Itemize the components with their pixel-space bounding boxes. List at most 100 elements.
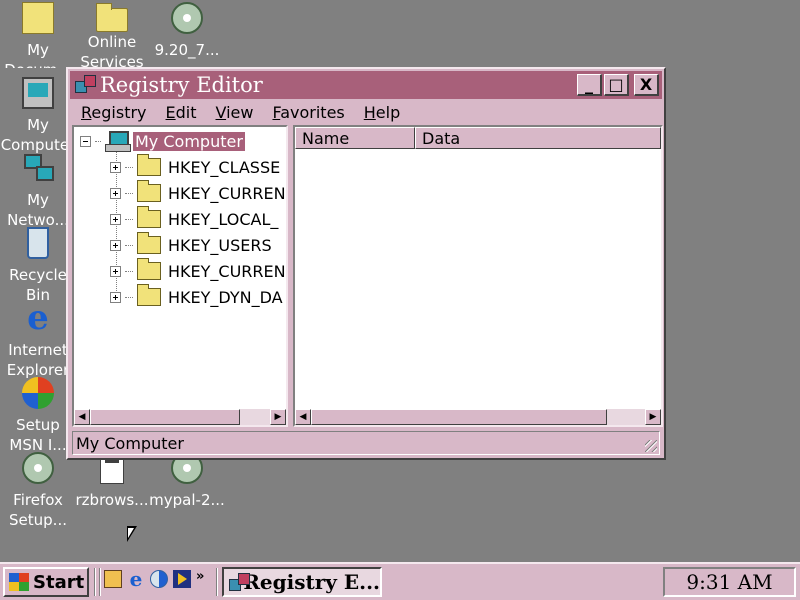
scroll-track[interactable] <box>90 409 270 425</box>
desktop-icon-9-20-7[interactable]: 9.20_7... <box>149 2 225 60</box>
media-player-icon[interactable] <box>173 570 191 588</box>
setup-package-icon <box>171 2 203 34</box>
tree-node-label: HKEY_USERS <box>168 235 272 255</box>
registry-editor-icon <box>228 572 251 592</box>
desktop-icon-rzbrowser[interactable]: rzbrows... <box>74 452 150 510</box>
resize-grip[interactable] <box>645 440 657 452</box>
folder-icon <box>137 258 161 280</box>
menu-favorites[interactable]: Favorites <box>261 103 352 122</box>
registry-editor-window[interactable]: Registry Editor _ □ X Registry Edit View… <box>66 67 666 460</box>
maximize-button[interactable]: □ <box>604 74 629 96</box>
tree-node-label: HKEY_CURREN <box>168 261 286 281</box>
desktop-icon-my-network[interactable]: My Netwo... <box>0 152 76 230</box>
tree-node-my-computer[interactable]: My Computer <box>80 129 245 153</box>
scroll-track[interactable] <box>311 409 645 425</box>
tree-node-label: HKEY_CLASSE <box>168 157 281 177</box>
desktop-icon-setup-msn[interactable]: Setup MSN I... <box>0 377 76 455</box>
column-header-name[interactable]: Name <box>295 127 415 149</box>
expand-toggle[interactable] <box>110 213 121 225</box>
desktop-icon-internet-explorer[interactable]: e Internet Explorer <box>0 298 76 380</box>
taskbar-button-registry-editor[interactable]: Registry E... <box>222 567 382 597</box>
my-documents-icon <box>22 2 54 34</box>
status-text: My Computer <box>76 433 184 453</box>
expand-toggle[interactable] <box>110 187 121 199</box>
msn-butterfly-icon <box>22 377 54 409</box>
tree-node-label: My Computer <box>133 131 245 151</box>
scroll-right-button[interactable]: ▶ <box>270 409 286 425</box>
tree-node-hkey-local-machine[interactable]: HKEY_LOCAL_ <box>110 206 278 231</box>
scroll-right-button[interactable]: ▶ <box>645 409 661 425</box>
menu-help[interactable]: Help <box>353 103 408 122</box>
desktop-icon-firefox-setup[interactable]: Firefox Setup... <box>0 452 76 530</box>
desktop-icon-label: Online Services <box>80 33 144 68</box>
tree-node-hkey-current-config[interactable]: HKEY_CURREN <box>110 258 286 283</box>
tree-node-hkey-classes-root[interactable]: HKEY_CLASSE <box>110 154 281 179</box>
desktop-icon-label: My Docum... <box>4 41 71 68</box>
scroll-left-button[interactable]: ◀ <box>74 409 90 425</box>
title-bar[interactable]: Registry Editor _ □ X <box>70 71 662 99</box>
my-computer-icon <box>22 77 54 109</box>
system-clock[interactable]: 9:31 AM <box>663 567 796 597</box>
values-horizontal-scrollbar[interactable]: ◀ ▶ <box>295 409 661 425</box>
desktop-icon-mypal[interactable]: mypal-2... <box>149 452 225 510</box>
menu-view[interactable]: View <box>205 103 262 122</box>
desktop-icon-my-documents[interactable]: My Docum... <box>0 2 76 68</box>
tree-node-hkey-users[interactable]: HKEY_USERS <box>110 232 272 257</box>
menu-edit[interactable]: Edit <box>155 103 205 122</box>
collapse-toggle[interactable] <box>80 135 91 147</box>
desktop-icon-label: rzbrows... <box>75 491 149 509</box>
mouse-cursor-icon <box>127 526 137 542</box>
folder-icon <box>96 3 128 32</box>
outlook-express-icon[interactable] <box>150 570 168 588</box>
minimize-button[interactable]: _ <box>577 74 602 96</box>
quick-launch-more-button[interactable]: » <box>196 569 204 584</box>
my-computer-icon <box>105 131 131 152</box>
taskbar-separator <box>216 568 218 596</box>
status-bar: My Computer <box>72 431 660 455</box>
taskbar-button-label: Registry E... <box>243 570 380 594</box>
expand-toggle[interactable] <box>110 161 121 173</box>
window-title: Registry Editor <box>100 73 263 97</box>
desktop-icon-label: mypal-2... <box>149 491 225 509</box>
registry-values-pane[interactable]: Name Data ◀ ▶ <box>293 125 663 427</box>
tree-node-hkey-current-user[interactable]: HKEY_CURREN <box>110 180 286 205</box>
folder-icon <box>137 154 161 176</box>
desktop-icon-label: Internet Explorer <box>6 341 70 379</box>
windows-logo-icon <box>9 573 29 591</box>
tree-connector <box>125 296 133 298</box>
registry-tree-pane[interactable]: My Computer HKEY_CLASSE HKEY_CURREN HKEY… <box>72 125 288 427</box>
folder-icon <box>137 180 161 202</box>
show-desktop-icon[interactable] <box>104 570 122 588</box>
tree-node-label: HKEY_CURREN <box>168 183 286 203</box>
expand-toggle[interactable] <box>110 239 121 251</box>
expand-toggle[interactable] <box>110 291 121 303</box>
tree-horizontal-scrollbar[interactable]: ◀ ▶ <box>74 409 286 425</box>
desktop-icon-label: Firefox Setup... <box>9 491 67 529</box>
desktop-icon-online-services[interactable]: Online Services <box>74 2 150 68</box>
recycle-bin-icon <box>27 227 49 259</box>
internet-explorer-icon[interactable]: e <box>127 569 145 589</box>
scroll-thumb[interactable] <box>90 409 240 425</box>
registry-editor-icon[interactable] <box>74 74 96 96</box>
tree-node-hkey-dyn-data[interactable]: HKEY_DYN_DA <box>110 284 283 309</box>
desktop-icon-label: My Netwo... <box>7 191 69 229</box>
tree-connector <box>125 192 133 194</box>
network-icon <box>22 152 54 184</box>
scroll-thumb[interactable] <box>311 409 607 425</box>
desktop-icon-my-computer[interactable]: My Computer <box>0 77 76 155</box>
folder-icon <box>137 284 161 306</box>
expand-toggle[interactable] <box>110 265 121 277</box>
start-label: Start <box>33 571 85 593</box>
clock-time: 9:31 AM <box>686 570 773 594</box>
taskbar-separator <box>94 568 96 596</box>
start-button[interactable]: Start <box>3 567 89 597</box>
column-header-data[interactable]: Data <box>415 127 661 149</box>
tree-connector <box>125 166 133 168</box>
tree-connector <box>125 244 133 246</box>
scroll-left-button[interactable]: ◀ <box>295 409 311 425</box>
close-button[interactable]: X <box>634 74 659 96</box>
menu-registry[interactable]: Registry <box>70 103 155 122</box>
desktop-icon-recycle-bin[interactable]: Recycle Bin <box>0 227 76 305</box>
internet-explorer-icon: e <box>27 298 49 338</box>
menu-bar: Registry Edit View Favorites Help <box>70 100 662 124</box>
